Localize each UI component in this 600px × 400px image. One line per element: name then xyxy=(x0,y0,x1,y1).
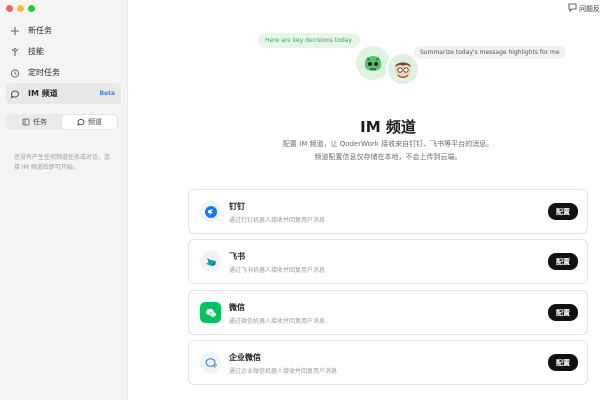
chat-icon xyxy=(10,89,20,99)
plus-icon xyxy=(10,26,20,36)
channel-name: 飞书 xyxy=(229,252,245,261)
page-title: IM 频道 xyxy=(360,118,416,136)
skill-icon xyxy=(10,47,20,57)
sidebar-item-label: 定时任务 xyxy=(28,68,60,77)
channel-description: 通过飞书机器人接收并回复用户消息 xyxy=(229,267,326,274)
channel-description: 通过钉钉机器人接收并回复用户消息 xyxy=(229,217,326,224)
sidebar-item-new-task[interactable]: 新任务 xyxy=(6,20,121,41)
channel-card-wechat: 微信 通过微信机器人接收并回复用户消息 配置 xyxy=(188,290,588,335)
feedback-icon xyxy=(568,3,577,14)
empty-state-text: 还没有产生任何频道任务或对话，连接 IM 频道后即可开始。 xyxy=(14,154,111,171)
close-window-button[interactable] xyxy=(6,5,13,12)
user-avatar xyxy=(386,52,420,86)
channel-card-feishu: 飞书 通过飞书机器人接收并回复用户消息 配置 xyxy=(188,239,588,284)
minimize-window-button[interactable] xyxy=(17,5,24,12)
channel-card-dingtalk: 钉钉 通过钉钉机器人接收并回复用户消息 配置 xyxy=(188,189,588,234)
maximize-window-button[interactable] xyxy=(28,5,35,12)
sidebar-item-label: 技能 xyxy=(28,47,44,56)
sidebar-nav: 新任务 技能 定时任务 IM 频道 Beta xyxy=(6,20,121,104)
configure-wechat-button[interactable]: 配置 xyxy=(548,304,578,321)
configure-feishu-button[interactable]: 配置 xyxy=(548,253,578,270)
description-line: 配置 IM 频道，让 QoderWork 接收来自钉钉、飞书等平台的消息。 xyxy=(282,140,494,148)
configure-wecom-button[interactable]: 配置 xyxy=(548,354,578,371)
clock-icon xyxy=(10,68,20,78)
channel-name: 企业微信 xyxy=(229,353,261,362)
page-description: 配置 IM 频道，让 QoderWork 接收来自钉钉、飞书等平台的消息。 频道… xyxy=(188,138,588,164)
example-bubble-right: Summarize today's message highlights for… xyxy=(414,46,566,59)
sidebar-item-label: IM 频道 xyxy=(28,89,58,98)
channel-description: 通过企业微信机器人接收并回复用户消息 xyxy=(229,368,338,375)
channel-name: 微信 xyxy=(229,303,245,312)
feishu-icon xyxy=(200,251,221,272)
beta-badge: Beta xyxy=(99,90,115,97)
channel-description: 通过微信机器人接收并回复用户消息 xyxy=(229,318,326,325)
channel-name: 钉钉 xyxy=(229,202,245,211)
tab-channels[interactable]: 频道 xyxy=(62,115,117,129)
tab-label: 任务 xyxy=(33,118,47,126)
wechat-icon xyxy=(200,302,221,323)
feedback-label: 问题反 xyxy=(579,4,600,13)
configure-dingtalk-button[interactable]: 配置 xyxy=(548,203,578,220)
chat-icon xyxy=(77,118,85,126)
task-icon xyxy=(22,118,30,126)
feedback-button[interactable]: 问题反 xyxy=(568,3,600,14)
description-line: 频道配置信息仅存储在本地，不会上传到云端。 xyxy=(314,153,462,161)
sidebar-item-im-channels[interactable]: IM 频道 Beta xyxy=(6,83,121,104)
sidebar-item-scheduled-tasks[interactable]: 定时任务 xyxy=(6,62,121,83)
dingtalk-icon xyxy=(200,201,221,222)
view-segmented-control: 任务 频道 xyxy=(6,114,118,130)
tab-label: 频道 xyxy=(88,118,102,126)
sidebar-item-skills[interactable]: 技能 xyxy=(6,41,121,62)
wecom-icon xyxy=(200,352,221,373)
bot-avatar xyxy=(356,46,390,80)
window-controls xyxy=(6,5,35,12)
example-bubble-left: Here are key decisions today. xyxy=(258,33,361,48)
tab-tasks[interactable]: 任务 xyxy=(7,115,62,129)
sidebar: 新任务 技能 定时任务 IM 频道 Beta 任务 频道 还没有产生任何频道任务… xyxy=(0,0,128,400)
channel-card-wecom: 企业微信 通过企业微信机器人接收并回复用户消息 配置 xyxy=(188,340,588,385)
sidebar-item-label: 新任务 xyxy=(28,26,52,35)
